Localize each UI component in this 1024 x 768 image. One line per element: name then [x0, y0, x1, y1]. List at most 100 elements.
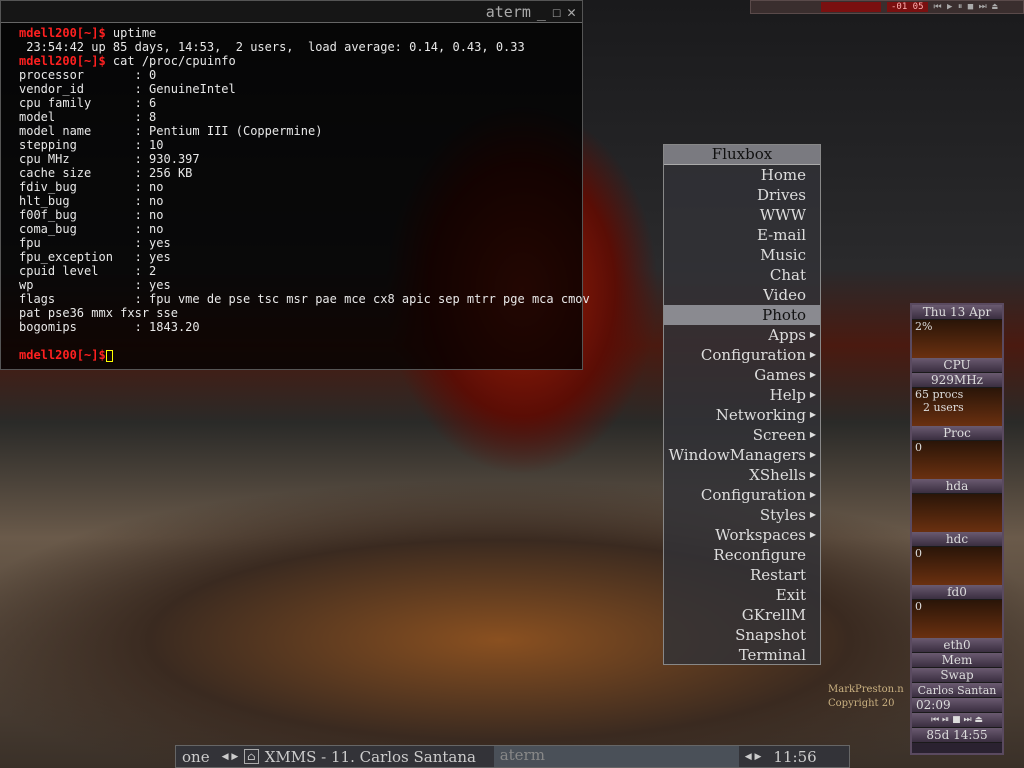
line-text: uptime — [105, 26, 157, 40]
line-text: fdiv_bug : no — [19, 180, 164, 194]
volume-bar[interactable] — [821, 2, 881, 12]
close-button[interactable]: ✕ — [567, 3, 576, 21]
menu-item[interactable]: Exit — [664, 585, 820, 605]
line-text: processor : 0 — [19, 68, 157, 82]
submenu-arrow-icon: ▶ — [809, 430, 816, 439]
prompt: mdell200[~]$ — [19, 26, 106, 40]
menu-item-label: WWW — [759, 206, 806, 224]
menu-item[interactable]: Restart — [664, 565, 820, 585]
terminal-line: model : 8 — [19, 110, 582, 124]
menu-item[interactable]: WWW — [664, 205, 820, 225]
menu-item-label: Terminal — [738, 646, 806, 664]
menu-title: Fluxbox — [664, 145, 820, 165]
watermark-line: MarkPreston.n — [828, 684, 904, 695]
menu-item[interactable]: Terminal — [664, 645, 820, 665]
mem-label[interactable]: Mem — [912, 653, 1002, 668]
aterm-window[interactable]: aterm _ ☐ ✕ mdell200[~]$ uptime 23:54:42… — [0, 0, 590, 370]
menu-item-label: Apps — [768, 326, 806, 344]
cursor — [105, 349, 113, 362]
menu-item[interactable]: GKrellM — [664, 605, 820, 625]
minimize-button[interactable]: _ — [537, 3, 546, 21]
menu-item[interactable]: Drives — [664, 185, 820, 205]
window-title: aterm — [485, 2, 531, 21]
prompt: mdell200[~]$ — [19, 54, 106, 68]
menu-item[interactable]: Styles ▶ — [664, 505, 820, 525]
line-text: pat pse36 mmx fxsr sse — [19, 306, 178, 320]
menu-item-label: Configuration — [700, 346, 806, 364]
workspace-prev-next[interactable]: ◀ ▶ — [216, 752, 245, 762]
terminal-line: mdell200[~]$ cat /proc/cpuinfo — [19, 54, 582, 68]
menu-item-label: Exit — [775, 586, 806, 604]
proc-count: 65 procs — [915, 388, 964, 401]
submenu-arrow-icon: ▶ — [809, 530, 816, 539]
fd0-label[interactable]: fd0 — [912, 585, 1002, 600]
dock-controls[interactable]: ⏮ ▶ ⏸ ■ ⏭ ⏏ — [934, 2, 998, 12]
terminal-line: processor : 0 — [19, 68, 582, 82]
proc-chart: 65 procs 2 users — [912, 388, 1002, 426]
submenu-arrow-icon: ▶ — [809, 410, 816, 419]
user-count: 2 users — [923, 401, 964, 414]
terminal-line: cache size : 256 KB — [19, 166, 582, 180]
proc-label[interactable]: Proc — [912, 426, 1002, 441]
submenu-arrow-icon: ▶ — [809, 330, 816, 339]
menu-item[interactable]: Video — [664, 285, 820, 305]
menu-item-label: Chat — [769, 266, 806, 284]
terminal-line: fpu : yes — [19, 236, 582, 250]
menu-item[interactable]: Apps ▶ — [664, 325, 820, 345]
menu-item-label: Games — [754, 366, 806, 384]
submenu-arrow-icon: ▶ — [809, 370, 816, 379]
menu-item[interactable]: Reconfigure — [664, 545, 820, 565]
cpu-chart: 2% — [912, 320, 1002, 358]
menu-item[interactable]: Screen ▶ — [664, 425, 820, 445]
menu-item[interactable]: WindowManagers ▶ — [664, 445, 820, 465]
menu-item[interactable]: Networking ▶ — [664, 405, 820, 425]
terminal-line: model name : Pentium III (Coppermine) — [19, 124, 582, 138]
terminal-line: fdiv_bug : no — [19, 180, 582, 194]
line-text: model : 8 — [19, 110, 157, 124]
menu-item-label: Help — [769, 386, 806, 404]
menu-item[interactable]: Games ▶ — [664, 365, 820, 385]
menu-item[interactable]: Configuration ▶ — [664, 345, 820, 365]
taskbar-clock: 11:56 — [773, 747, 817, 766]
eth0-value: 0 — [915, 600, 922, 613]
menu-item-label: Video — [763, 286, 806, 304]
menu-item[interactable]: Snapshot — [664, 625, 820, 645]
task-xmms[interactable]: XMMS - 11. Carlos Santana — [259, 748, 494, 766]
hda-label[interactable]: hda — [912, 479, 1002, 494]
dock-time: -01 05 — [887, 2, 928, 12]
current-prompt-line[interactable]: mdell200[~]$ — [19, 348, 582, 362]
line-text: cache size : 256 KB — [19, 166, 193, 180]
title-bar[interactable]: aterm _ ☐ ✕ — [1, 1, 582, 23]
swap-label[interactable]: Swap — [912, 668, 1002, 683]
menu-item[interactable]: Configuration ▶ — [664, 485, 820, 505]
line-text: flags : fpu vme de pse tsc msr pae mce c… — [19, 292, 590, 306]
terminal-output[interactable]: mdell200[~]$ uptime 23:54:42 up 85 days,… — [1, 23, 590, 362]
menu-item[interactable]: E-mail — [664, 225, 820, 245]
workspace-name[interactable]: one — [176, 748, 216, 766]
menu-item[interactable]: XShells ▶ — [664, 465, 820, 485]
menu-item[interactable]: Help ▶ — [664, 385, 820, 405]
menu-item[interactable]: Photo — [664, 305, 820, 325]
menu-item[interactable]: Chat — [664, 265, 820, 285]
terminal-line: flags : fpu vme de pse tsc msr pae mce c… — [19, 292, 590, 306]
xmms-controls[interactable]: ⏮ ⏯ ■ ⏭ ⏏ — [912, 713, 1002, 728]
prompt: mdell200[~]$ — [19, 348, 106, 362]
cpu-label[interactable]: CPU — [912, 358, 1002, 373]
hdc-label[interactable]: hdc — [912, 532, 1002, 547]
eth0-label[interactable]: eth0 — [912, 638, 1002, 653]
menu-item[interactable]: Music — [664, 245, 820, 265]
gkrellm-monitor[interactable]: Thu 13 Apr 2% CPU 929MHz 65 procs 2 users… — [910, 303, 1004, 755]
taskbar[interactable]: one ◀ ▶ ⌂ XMMS - 11. Carlos Santana ater… — [175, 745, 850, 768]
menu-item[interactable]: Home — [664, 165, 820, 185]
task-aterm[interactable]: aterm — [493, 746, 739, 767]
maximize-button[interactable]: ☐ — [552, 3, 561, 21]
menu-item[interactable]: Workspaces ▶ — [664, 525, 820, 545]
window-prev-next[interactable]: ◀ ▶ — [739, 752, 768, 762]
fluxbox-root-menu[interactable]: Fluxbox Home Drives WWW E-mail Music Chat Vide… — [663, 144, 821, 665]
line-text: fpu : yes — [19, 236, 171, 250]
line-text: bogomips : 1843.20 — [19, 320, 200, 334]
terminal-line: cpuid level : 2 — [19, 264, 582, 278]
terminal-line: cpu MHz : 930.397 — [19, 152, 582, 166]
xmms-dock[interactable]: -01 05 ⏮ ▶ ⏸ ■ ⏭ ⏏ — [750, 0, 1024, 14]
menu-item-label: Networking — [715, 406, 806, 424]
